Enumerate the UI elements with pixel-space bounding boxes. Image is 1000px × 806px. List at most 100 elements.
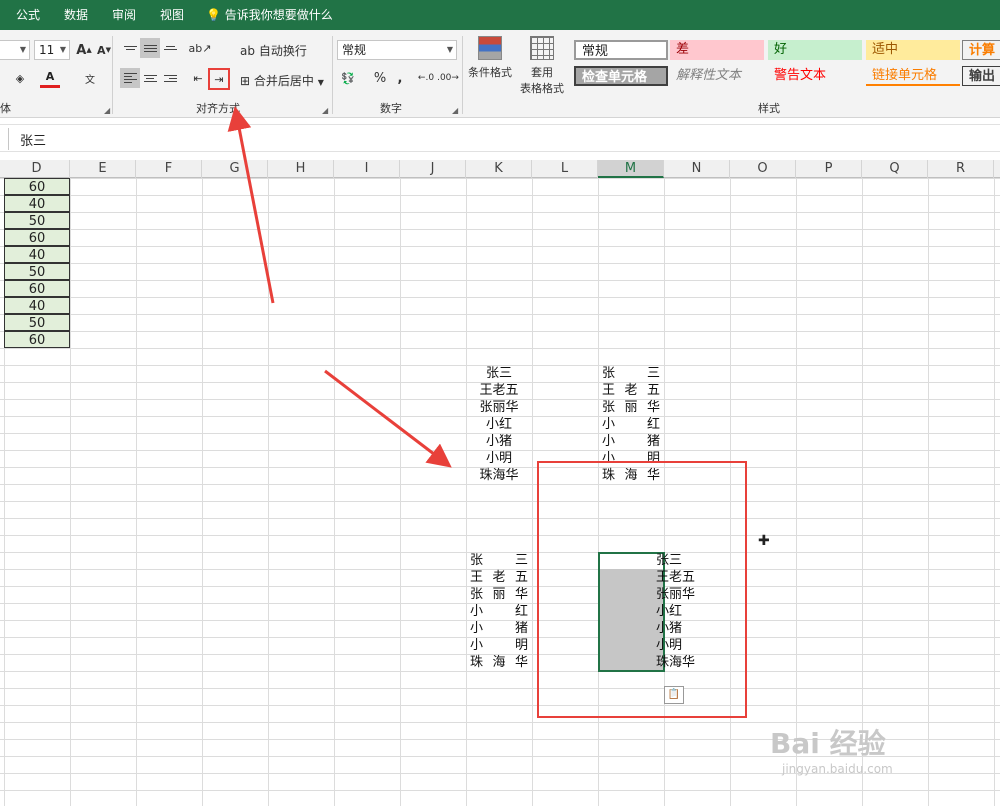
style-check-cell[interactable]: 检查单元格: [574, 66, 668, 86]
cell-char: 小: [470, 638, 484, 653]
increase-indent-icon[interactable]: ⇥: [208, 68, 230, 90]
align-top-icon[interactable]: [120, 38, 140, 58]
cell-distributed[interactable]: 小猪: [470, 620, 528, 637]
cell-distributed[interactable]: 小红: [470, 603, 528, 620]
font-name-dropdown[interactable]: ▼: [0, 40, 30, 60]
cell-distributed[interactable]: 小红: [602, 416, 660, 433]
align-middle-icon[interactable]: [140, 38, 160, 58]
cell-d[interactable]: 40: [4, 246, 70, 263]
align-launcher-icon[interactable]: ◢: [322, 106, 328, 115]
cell-d[interactable]: 60: [4, 280, 70, 297]
conditional-format-button[interactable]: 条件格式: [468, 36, 512, 80]
column-header-p[interactable]: P: [796, 160, 862, 178]
tab-data[interactable]: 数据: [64, 0, 88, 30]
cell-distributed[interactable]: 张三: [470, 552, 528, 569]
tab-formulas[interactable]: 公式: [16, 0, 40, 30]
cell-distributed[interactable]: 小明: [470, 637, 528, 654]
increase-decimal-icon[interactable]: ←.0: [416, 68, 436, 88]
cell-distributed[interactable]: 张丽华: [470, 586, 528, 603]
font-size-dropdown[interactable]: 11 ▼: [34, 40, 70, 60]
cell-char: 张: [470, 553, 484, 568]
style-warning[interactable]: 警告文本: [768, 66, 862, 86]
currency-icon[interactable]: 💱: [338, 68, 358, 88]
cell-char: 丽: [624, 400, 638, 415]
worksheet-grid[interactable]: 60 40 50 60 40 50 60 40 50 60 张三 王老五 张丽华 小红 小猪 小明 珠海华张三王…: [0, 178, 1000, 806]
cell-d[interactable]: 50: [4, 263, 70, 280]
column-header-h[interactable]: H: [268, 160, 334, 178]
column-header-r[interactable]: R: [928, 160, 994, 178]
column-header-m[interactable]: M: [598, 160, 664, 178]
column-header-n[interactable]: N: [664, 160, 730, 178]
cell-k-centered[interactable]: 小猪: [466, 433, 532, 450]
cell-distributed[interactable]: 王老五: [602, 382, 660, 399]
cell-distributed[interactable]: 珠海华: [470, 654, 528, 671]
style-linked-cell[interactable]: 链接单元格: [866, 66, 960, 86]
decrease-indent-icon[interactable]: ⇤: [188, 68, 208, 88]
column-header-f[interactable]: F: [136, 160, 202, 178]
cell-k-centered[interactable]: 小红: [466, 416, 532, 433]
style-output[interactable]: 输出: [962, 66, 1000, 86]
column-header-l[interactable]: L: [532, 160, 598, 178]
percent-button[interactable]: %: [370, 68, 390, 88]
align-left-icon[interactable]: [120, 68, 140, 88]
cell-char: 猪: [646, 434, 660, 449]
cell-distributed[interactable]: 张丽华: [602, 399, 660, 416]
formula-bar-value[interactable]: 张三: [20, 130, 46, 149]
font-shrink-icon[interactable]: A ▼: [94, 40, 114, 60]
cell-k-centered[interactable]: 珠海华: [466, 467, 532, 484]
cell-d[interactable]: 40: [4, 195, 70, 212]
cell-distributed[interactable]: 张三: [602, 365, 660, 382]
font-grow-icon[interactable]: A ▲: [74, 40, 94, 60]
fill-color-icon[interactable]: ◈: [10, 68, 30, 88]
comma-button[interactable]: ,: [390, 68, 410, 88]
cell-k-centered[interactable]: 张三: [466, 365, 532, 382]
align-right-icon[interactable]: [160, 68, 180, 88]
column-header-e[interactable]: E: [70, 160, 136, 178]
number-launcher-icon[interactable]: ◢: [452, 106, 458, 115]
merge-center-button[interactable]: ⊞ 合并后居中 ▼: [240, 72, 324, 89]
font-launcher-icon[interactable]: ◢: [104, 106, 110, 115]
column-header-j[interactable]: J: [400, 160, 466, 178]
decrease-decimal-icon[interactable]: .00→: [437, 68, 459, 88]
format-as-table-button[interactable]: 套用 表格格式: [516, 36, 568, 96]
wrap-text-button[interactable]: ab 自动换行: [240, 42, 307, 59]
cell-d[interactable]: 50: [4, 314, 70, 331]
column-header-k[interactable]: K: [466, 160, 532, 178]
cell-d[interactable]: 60: [4, 229, 70, 246]
column-header-o[interactable]: O: [730, 160, 796, 178]
conditional-format-icon: [478, 36, 502, 60]
align-bottom-icon[interactable]: [160, 38, 180, 58]
formula-bar[interactable]: 张三: [0, 124, 1000, 152]
style-good[interactable]: 好: [768, 40, 862, 60]
column-header-q[interactable]: Q: [862, 160, 928, 178]
column-headers: DEFGHIJKLMNOPQR: [0, 160, 1000, 178]
cell-k-centered[interactable]: 王老五: [466, 382, 532, 399]
tell-me-box[interactable]: 💡 告诉我你想要做什么: [206, 0, 333, 30]
cell-distributed[interactable]: 小猪: [602, 433, 660, 450]
cell-distributed[interactable]: 王老五: [470, 569, 528, 586]
align-center-icon[interactable]: [140, 68, 160, 88]
number-format-dropdown[interactable]: 常规 ▼: [337, 40, 457, 60]
style-bad[interactable]: 差: [670, 40, 764, 60]
cell-k-centered[interactable]: 张丽华: [466, 399, 532, 416]
cell-char: 小: [602, 417, 616, 432]
column-header-g[interactable]: G: [202, 160, 268, 178]
cell-d[interactable]: 60: [4, 178, 70, 195]
tab-view[interactable]: 视图: [160, 0, 184, 30]
cell-k-centered[interactable]: 小明: [466, 450, 532, 467]
style-calc[interactable]: 计算: [962, 40, 1000, 60]
column-header-i[interactable]: I: [334, 160, 400, 178]
font-color-icon[interactable]: A: [40, 68, 60, 88]
column-header-d[interactable]: D: [4, 160, 70, 178]
phonetic-icon[interactable]: 文: [80, 68, 100, 88]
style-neutral[interactable]: 适中: [866, 40, 960, 60]
cell-d[interactable]: 40: [4, 297, 70, 314]
cell-d[interactable]: 60: [4, 331, 70, 348]
paste-options-icon[interactable]: 📋: [664, 686, 684, 704]
orientation-icon[interactable]: ab↗: [189, 38, 212, 58]
style-normal[interactable]: 常规: [574, 40, 668, 60]
style-explanatory[interactable]: 解释性文本: [670, 66, 764, 86]
cell-d[interactable]: 50: [4, 212, 70, 229]
tab-review[interactable]: 审阅: [112, 0, 136, 30]
annotation-box: [537, 461, 747, 718]
